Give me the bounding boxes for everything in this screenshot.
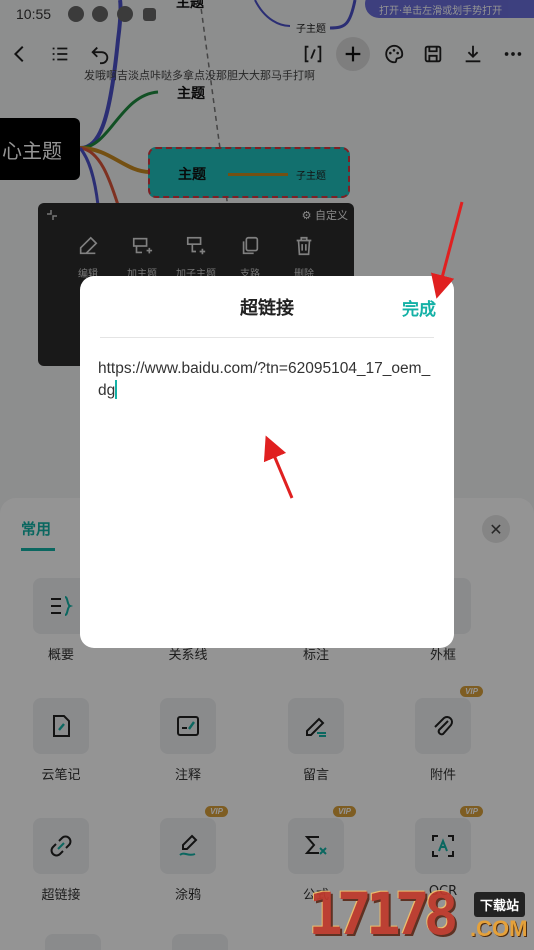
site-watermark: 17178 下载站 .COM [308, 880, 534, 950]
url-input-value: https://www.baidu.com/?tn=62095104_17_oe… [98, 360, 431, 399]
watermark-number: 17178 [308, 880, 459, 948]
text-cursor [115, 380, 118, 399]
watermark-suffix: .COM [470, 916, 528, 941]
hyperlink-dialog: 超链接 完成 https://www.baidu.com/?tn=6209510… [80, 276, 454, 648]
watermark-badge: 下载站 [474, 892, 526, 917]
url-input[interactable]: https://www.baidu.com/?tn=62095104_17_oe… [98, 358, 438, 402]
done-button[interactable]: 完成 [402, 295, 436, 320]
dialog-title: 超链接 [240, 298, 294, 319]
dialog-divider [100, 337, 434, 338]
